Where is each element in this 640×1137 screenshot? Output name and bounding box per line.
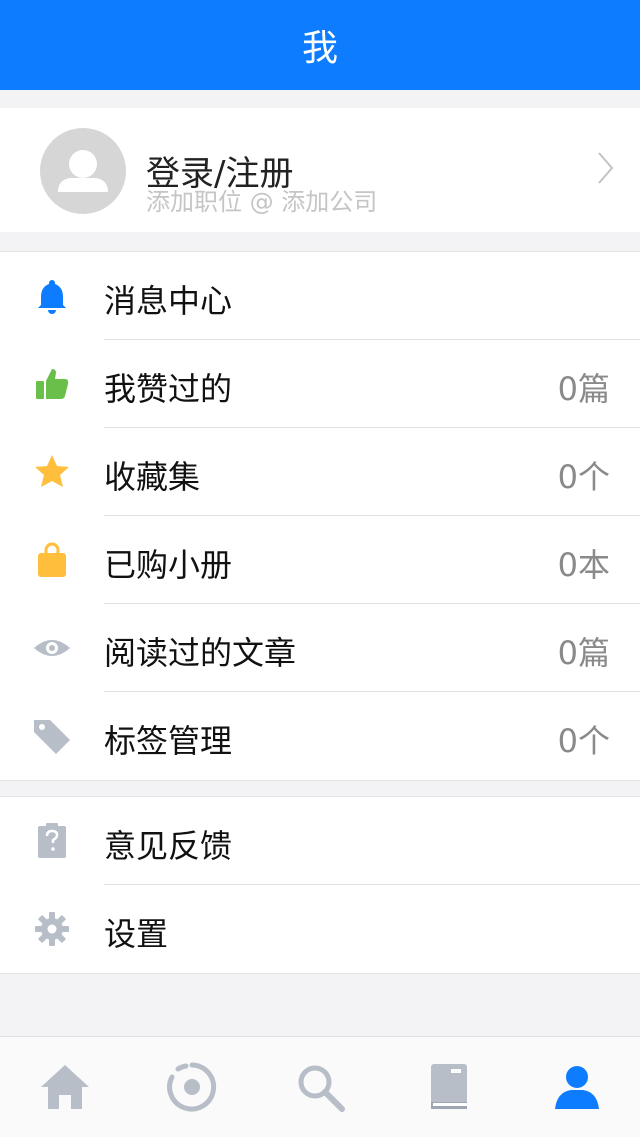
tab-home[interactable] (37, 1059, 93, 1115)
menu-item-count: 0篇 (557, 370, 610, 408)
menu-item-label: 阅读过的文章 (104, 634, 297, 672)
menu-item-count: 0个 (557, 458, 610, 496)
tab-bar (0, 1036, 640, 1137)
menu-item-collections[interactable]: 收藏集 0个 (0, 428, 640, 516)
tab-books[interactable] (421, 1059, 477, 1115)
tab-profile[interactable] (549, 1059, 605, 1115)
thumbs-up-icon (36, 369, 69, 399)
profile-subtitle: 添加职位 @ 添加公司 (146, 188, 378, 216)
feedback-icon (38, 823, 66, 858)
profile-card[interactable]: 登录/注册 添加职位 @ 添加公司 (0, 108, 640, 232)
star-icon (35, 455, 69, 487)
menu-item-label: 收藏集 (104, 458, 201, 496)
menu-item-label: 意见反馈 (104, 827, 233, 865)
bell-icon (38, 280, 66, 314)
menu-item-read-articles[interactable]: 阅读过的文章 0篇 (0, 604, 640, 692)
menu-item-feedback[interactable]: 意见反馈 (0, 797, 640, 885)
menu-item-count: 0个 (557, 722, 610, 760)
menu-item-purchased-books[interactable]: 已购小册 0本 (0, 516, 640, 604)
tab-search[interactable] (292, 1059, 348, 1115)
tab-activity[interactable] (164, 1059, 220, 1115)
menu-item-label: 消息中心 (104, 282, 233, 320)
page-title: 我 (301, 28, 338, 69)
menu-group-main: 消息中心 我赞过的 0篇 收藏集 0个 已购小册 0本 阅读过的文章 0篇 标签… (0, 251, 640, 781)
menu-item-tag-management[interactable]: 标签管理 0个 (0, 692, 640, 780)
menu-item-label: 标签管理 (104, 722, 233, 760)
gear-icon (35, 912, 69, 946)
menu-item-count: 0篇 (557, 634, 610, 672)
menu-item-liked[interactable]: 我赞过的 0篇 (0, 340, 640, 428)
menu-item-messages[interactable]: 消息中心 (0, 252, 640, 340)
nav-header: 我 (0, 0, 640, 90)
user-placeholder-icon (58, 150, 108, 192)
menu-item-label: 已购小册 (104, 546, 233, 584)
menu-item-label: 我赞过的 (104, 370, 233, 408)
chevron-right-icon (598, 152, 614, 184)
menu-group-settings: 意见反馈 设置 (0, 796, 640, 974)
menu-item-label: 设置 (104, 915, 169, 953)
shopping-bag-icon (38, 542, 66, 577)
eye-icon (34, 640, 70, 656)
avatar[interactable] (40, 128, 126, 214)
tag-icon (34, 720, 70, 754)
menu-item-settings[interactable]: 设置 (0, 885, 640, 973)
menu-item-count: 0本 (557, 546, 610, 584)
